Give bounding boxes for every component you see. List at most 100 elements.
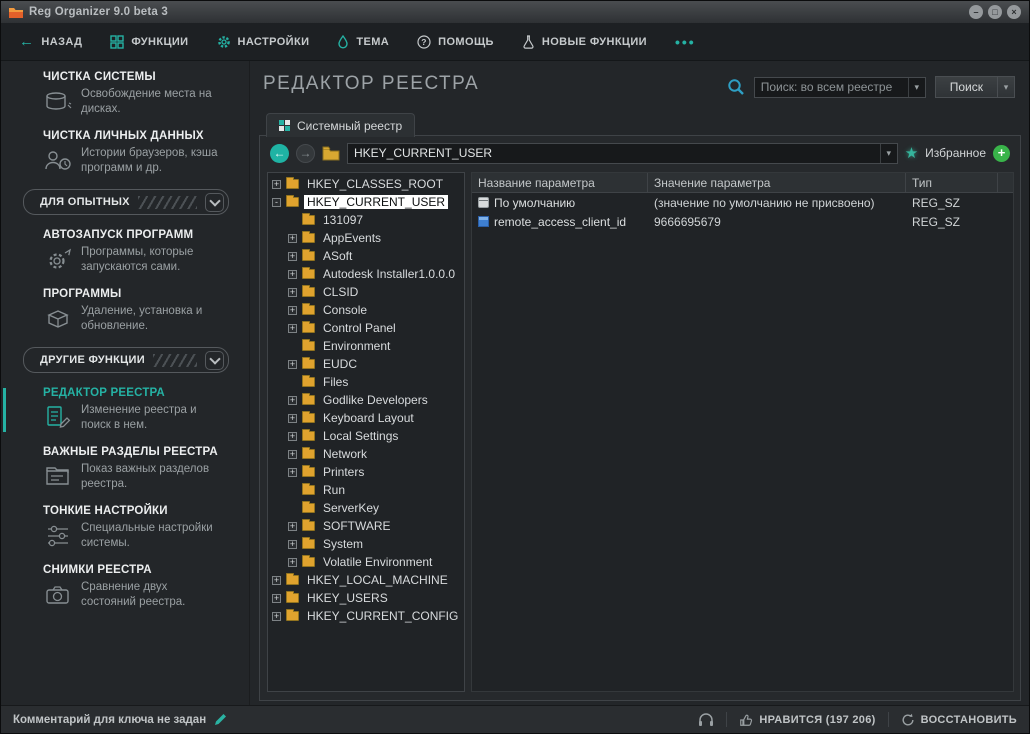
- collapse-minus-icon[interactable]: [272, 197, 281, 207]
- chevron-down-icon[interactable]: [205, 192, 224, 212]
- nav-back-icon[interactable]: ←: [270, 143, 289, 163]
- chevron-down-icon[interactable]: [205, 350, 224, 370]
- nav-settings[interactable]: НАСТРОЙКИ: [217, 35, 310, 49]
- tree-item[interactable]: AppEvents: [268, 229, 464, 247]
- tree-item[interactable]: Run: [268, 481, 464, 499]
- table-row[interactable]: remote_access_client_id 9666695679 REG_S…: [472, 212, 1013, 231]
- nav-forward-icon[interactable]: →: [296, 143, 315, 163]
- expand-plus-icon[interactable]: [288, 449, 297, 459]
- expand-plus-icon[interactable]: [288, 539, 297, 549]
- tree-item[interactable]: HKEY_CLASSES_ROOT: [268, 175, 464, 193]
- nav-functions[interactable]: ФУНКЦИИ: [110, 34, 188, 49]
- tree-item[interactable]: ASoft: [268, 247, 464, 265]
- like-label: НРАВИТСЯ (197 206): [759, 713, 876, 726]
- tree-item[interactable]: 131097: [268, 211, 464, 229]
- tree-item[interactable]: Files: [268, 373, 464, 391]
- column-header-name[interactable]: Название параметра: [472, 173, 648, 193]
- tree-item[interactable]: Network: [268, 445, 464, 463]
- tree-item[interactable]: Volatile Environment: [268, 553, 464, 571]
- chevron-down-icon[interactable]: ▾: [907, 77, 925, 97]
- headphones-icon[interactable]: [698, 712, 714, 727]
- expand-plus-icon[interactable]: [272, 575, 281, 585]
- key-comment[interactable]: Комментарий для ключа не задан: [13, 713, 227, 726]
- sidebar-item-system-cleanup[interactable]: ЧИСТКА СИСТЕМЫ Освобождение места на дис…: [1, 71, 249, 117]
- expand-plus-icon[interactable]: [272, 179, 281, 189]
- favorites-label[interactable]: Избранное: [925, 146, 986, 160]
- tree-item[interactable]: Environment: [268, 337, 464, 355]
- maximize-icon[interactable]: □: [988, 5, 1002, 19]
- tree-item-label: HKEY_CURRENT_USER: [304, 195, 449, 209]
- nav-theme-label: ТЕМА: [356, 35, 390, 48]
- tree-item[interactable]: Autodesk Installer1.0.0.0: [268, 265, 464, 283]
- restore-button[interactable]: ВОССТАНОВИТЬ: [901, 713, 1017, 727]
- nav-theme[interactable]: ТЕМА: [337, 34, 390, 49]
- nav-back-button[interactable]: ← НАЗАД: [19, 34, 82, 49]
- folder-icon: [302, 447, 315, 459]
- like-button[interactable]: НРАВИТСЯ (197 206): [739, 713, 875, 727]
- tree-item[interactable]: Console: [268, 301, 464, 319]
- expand-plus-icon[interactable]: [288, 521, 297, 531]
- tree-item[interactable]: EUDC: [268, 355, 464, 373]
- expand-plus-icon[interactable]: [288, 233, 297, 243]
- expand-plus-icon[interactable]: [288, 269, 297, 279]
- address-input[interactable]: [348, 146, 880, 160]
- sidebar-item-private-data[interactable]: ЧИСТКА ЛИЧНЫХ ДАННЫХ Истории браузеров, …: [1, 130, 249, 176]
- search-button[interactable]: Поиск ▾: [934, 76, 1015, 98]
- sidebar-item-autorun[interactable]: АВТОЗАПУСК ПРОГРАММ Программы, которые з…: [1, 229, 249, 275]
- tree-item[interactable]: System: [268, 535, 464, 553]
- tab-system-registry[interactable]: Системный реестр: [266, 113, 416, 137]
- tree-item-label: Network: [323, 447, 368, 461]
- sidebar-item-programs[interactable]: ПРОГРАММЫ Удаление, установка и обновлен…: [1, 288, 249, 334]
- nav-help[interactable]: ? ПОМОЩЬ: [417, 34, 494, 49]
- sidebar-group-other[interactable]: ДРУГИЕ ФУНКЦИИ: [23, 347, 229, 373]
- tree-item[interactable]: SOFTWARE: [268, 517, 464, 535]
- sidebar-item-desc: Освобождение места на дисках.: [81, 88, 212, 115]
- expand-plus-icon[interactable]: [288, 323, 297, 333]
- expand-plus-icon[interactable]: [288, 557, 297, 567]
- sidebar-group-advanced[interactable]: ДЛЯ ОПЫТНЫХ: [23, 189, 229, 215]
- expand-plus-icon[interactable]: [288, 287, 297, 297]
- sidebar-item-fine-tuning[interactable]: ТОНКИЕ НАСТРОЙКИ Специальные настройки с…: [1, 505, 249, 551]
- tree-item[interactable]: Godlike Developers: [268, 391, 464, 409]
- table-row[interactable]: По умолчанию (значение по умолчанию не п…: [472, 193, 1013, 212]
- tree-item[interactable]: ServerKey: [268, 499, 464, 517]
- nav-more-button[interactable]: •••: [675, 34, 696, 50]
- expand-plus-icon[interactable]: [272, 611, 281, 621]
- favorites-star-icon[interactable]: ★: [905, 144, 918, 162]
- close-icon[interactable]: ×: [1007, 5, 1021, 19]
- expand-plus-icon[interactable]: [272, 593, 281, 603]
- tree-item-selected[interactable]: HKEY_CURRENT_USER: [268, 193, 464, 211]
- tree-item[interactable]: HKEY_LOCAL_MACHINE: [268, 571, 464, 589]
- tree-item[interactable]: HKEY_USERS: [268, 589, 464, 607]
- add-favorite-icon[interactable]: +: [993, 144, 1010, 162]
- sidebar-item-important-keys[interactable]: ВАЖНЫЕ РАЗДЕЛЫ РЕЕСТРА Показ важных разд…: [1, 446, 249, 492]
- minimize-icon[interactable]: –: [969, 5, 983, 19]
- tree-item[interactable]: Control Panel: [268, 319, 464, 337]
- tree-item[interactable]: Local Settings: [268, 427, 464, 445]
- expand-plus-icon[interactable]: [288, 431, 297, 441]
- chevron-down-icon[interactable]: ▾: [997, 77, 1014, 97]
- expand-plus-icon[interactable]: [288, 413, 297, 423]
- tree-item[interactable]: CLSID: [268, 283, 464, 301]
- tree-item[interactable]: Printers: [268, 463, 464, 481]
- expand-plus-icon[interactable]: [288, 359, 297, 369]
- tree-item[interactable]: HKEY_CURRENT_CONFIG: [268, 607, 464, 625]
- open-key-folder-icon[interactable]: [322, 146, 340, 161]
- search-icon[interactable]: [727, 78, 745, 96]
- search-button-label: Поиск: [949, 80, 983, 94]
- chevron-down-icon[interactable]: ▾: [879, 143, 897, 163]
- column-header-type[interactable]: Тип: [906, 173, 998, 193]
- expand-plus-icon[interactable]: [288, 395, 297, 405]
- column-header-value[interactable]: Значение параметра: [648, 173, 906, 193]
- search-input[interactable]: [754, 80, 908, 94]
- folder-icon: [302, 501, 315, 513]
- pencil-icon[interactable]: [214, 713, 227, 726]
- status-bar: Комментарий для ключа не задан НРАВИТСЯ …: [1, 705, 1029, 733]
- expand-plus-icon[interactable]: [288, 305, 297, 315]
- sidebar-item-registry-editor[interactable]: РЕДАКТОР РЕЕСТРА Изменение реестра и пои…: [1, 387, 249, 433]
- tree-item[interactable]: Keyboard Layout: [268, 409, 464, 427]
- expand-plus-icon[interactable]: [288, 251, 297, 261]
- expand-plus-icon[interactable]: [288, 467, 297, 477]
- sidebar-item-snapshots[interactable]: СНИМКИ РЕЕСТРА Сравнение двух состояний …: [1, 564, 249, 610]
- nav-new-features[interactable]: НОВЫЕ ФУНКЦИИ: [522, 34, 647, 49]
